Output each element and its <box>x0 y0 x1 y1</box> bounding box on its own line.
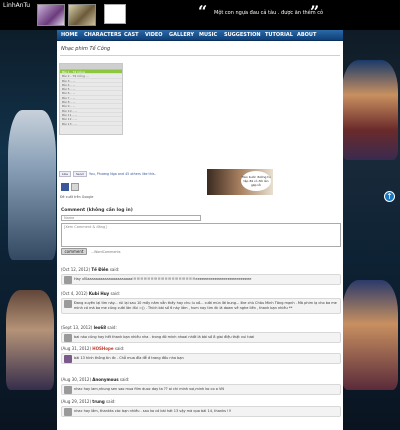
left-character-image <box>8 110 56 260</box>
comment-body: nhac hay lam,nhung sen sao mua film duoc… <box>61 384 341 395</box>
comment-body: nhac hay lắm, thankks các bạn nhiều . sa… <box>61 406 341 417</box>
comment-meta: (Aug 29, 2012) trung said: <box>61 399 341 404</box>
comment-item: (Oct 12, 2012) Tế Điên said: Hay xỉ0aaaa… <box>61 267 341 285</box>
google-plus-icon[interactable] <box>71 183 79 191</box>
like-button[interactable]: Like <box>59 171 71 177</box>
right-character-image <box>342 60 398 160</box>
avatar <box>64 334 72 342</box>
comment-item: (Aug 30, 2012) Anonymous said: nhac hay … <box>61 377 341 395</box>
comment-said: said: <box>106 399 116 404</box>
comment-text: nhac hay lắm, thankks các bạn nhiều . sa… <box>74 409 232 413</box>
nav-music[interactable]: MUSIC <box>199 32 217 38</box>
comment-body: Hay xỉ0aaaaaaaaaaaaaaaaaaaaa!!!!!!!!!!!!… <box>61 274 341 285</box>
google-recommend[interactable]: Đề xuất trên Google <box>60 195 93 199</box>
share-icon[interactable] <box>61 183 69 191</box>
open-quote-icon: “ <box>198 2 208 21</box>
comment-item: (Aug 29, 2012) trung said: nhac hay lắm,… <box>61 399 341 417</box>
avatar <box>64 276 72 284</box>
close-quote-icon: ” <box>310 2 320 21</box>
comment-said: said: <box>114 346 125 351</box>
scroll-top-icon[interactable]: ↑ <box>384 191 395 202</box>
main-nav: HOME CHARACTERS CAST VIDEO GALLERY MUSIC… <box>57 30 343 41</box>
comment-textarea[interactable]: [Xem Comment & đăng] <box>61 223 341 247</box>
comment-date: (Oct 12, 2012) <box>61 267 91 272</box>
like-summary: You, Phương Nga and 45 others like this. <box>89 172 156 176</box>
ad-banner[interactable]: Trên bước đường tu tập đã có đôi lần gặp… <box>207 169 273 195</box>
send-button[interactable]: Send <box>73 171 87 177</box>
broken-image-icon[interactable] <box>104 4 126 24</box>
comment-author[interactable]: HOSHope <box>92 346 113 351</box>
comment-author[interactable]: leo68 <box>94 325 106 330</box>
comment-submit-button[interactable]: comment <box>61 248 87 255</box>
left-character-image-2 <box>6 290 54 390</box>
comment-date: (Aug 31, 2012) <box>61 346 92 351</box>
comments-powered-link[interactable]: ...WordComments <box>91 250 121 254</box>
comment-text: bai nào cũng hay hết thank bạn nhiều nha… <box>74 335 254 339</box>
comment-date: (Aug 29, 2012) <box>61 399 92 404</box>
music-player[interactable]: Bài 1 - Tế Công Bài 2 - Tế Công ... Bài … <box>59 63 123 135</box>
comment-item: (Aug 31, 2012) HOSHope said: bài 13 hình… <box>61 346 341 364</box>
nav-video[interactable]: VIDEO <box>145 32 163 38</box>
comment-said: said: <box>109 267 120 272</box>
comment-said: said: <box>110 291 120 296</box>
avatar <box>64 300 72 308</box>
nav-about[interactable]: ABOUT <box>297 32 316 38</box>
comment-said: said: <box>107 325 117 330</box>
page-title: Nhạc phim Tế Công <box>61 46 111 52</box>
nav-home[interactable]: HOME <box>61 32 78 38</box>
comment-date: (Sept 13, 2012) <box>61 325 93 330</box>
header-quote: Một con ngựa đau cả tàu . được ăn thêm c… <box>214 10 324 16</box>
comment-author[interactable]: trung <box>92 399 104 404</box>
avatar <box>64 386 72 394</box>
header-thumbnail-1[interactable] <box>37 4 65 26</box>
comment-body: Đang xuyên lại tìm này... rùi lại sau 10… <box>61 298 341 314</box>
nav-characters[interactable]: CHARACTERS <box>84 32 121 38</box>
nav-tutorial[interactable]: TUTORIAL <box>265 32 293 38</box>
nav-gallery[interactable]: GALLERY <box>169 32 194 38</box>
playlist-item[interactable]: Bài 13 - ... <box>60 122 122 126</box>
comment-meta: (Oct 4, 2012) Kubi Huy said: <box>61 291 341 296</box>
comment-meta: (Aug 30, 2012) Anonymous said: <box>61 377 341 382</box>
name-field[interactable]: Name <box>61 215 201 221</box>
avatar <box>64 408 72 416</box>
comment-meta: (Oct 12, 2012) Tế Điên said: <box>61 267 341 272</box>
ad-speech-bubble: Trên bước đường tu tập đã có đôi lần gặp… <box>241 171 271 191</box>
comment-item: (Sept 13, 2012) leo68 said: bai nào cũng… <box>61 325 341 343</box>
comment-date: (Aug 30, 2012) <box>61 377 92 382</box>
divider <box>60 55 340 56</box>
comment-body: bai nào cũng hay hết thank bạn nhiều nha… <box>61 332 341 343</box>
right-decor-panel <box>340 0 400 430</box>
site-logo[interactable]: LinhAnTu <box>3 2 30 9</box>
comment-author[interactable]: Anonymous <box>92 377 118 382</box>
main-content: Nhạc phim Tế Công Bài 1 - Tế Công Bài 2 … <box>57 41 343 430</box>
comment-form-label: Comment (không cần log in) <box>61 208 133 213</box>
comment-text: nhac hay lam,nhung sen sao mua film duoc… <box>74 387 224 391</box>
top-bar: LinhAnTu “ Một con ngựa đau cả tàu . đượ… <box>0 0 400 30</box>
header-thumbnail-2[interactable] <box>68 4 96 26</box>
comment-body: bài 13 hình thông tin đc . Chỗ mua đĩa đ… <box>61 353 341 364</box>
right-character-image-2 <box>342 280 398 390</box>
left-decor-panel <box>0 0 60 430</box>
comment-author[interactable]: Tế Điên <box>91 267 108 272</box>
comment-text: Hay xỉ0aaaaaaaaaaaaaaaaaaaaa!!!!!!!!!!!!… <box>74 277 252 281</box>
comment-meta: (Aug 31, 2012) HOSHope said: <box>61 346 341 351</box>
comment-text: Đang xuyên lại tìm này... rùi lại sau 10… <box>74 301 337 310</box>
share-icons <box>61 183 81 192</box>
comment-item: (Oct 4, 2012) Kubi Huy said: Đang xuyên … <box>61 291 341 314</box>
comment-text: bài 13 hình thông tin đc . Chỗ mua đĩa đ… <box>74 356 184 360</box>
avatar <box>64 355 72 363</box>
nav-suggestion[interactable]: SUGGESTION <box>224 32 261 38</box>
nav-cast[interactable]: CAST <box>124 32 139 38</box>
comment-date: (Oct 4, 2012) <box>61 291 88 296</box>
comment-said: said: <box>119 377 130 382</box>
comment-author[interactable]: Kubi Huy <box>89 291 109 296</box>
comment-meta: (Sept 13, 2012) leo68 said: <box>61 325 341 330</box>
